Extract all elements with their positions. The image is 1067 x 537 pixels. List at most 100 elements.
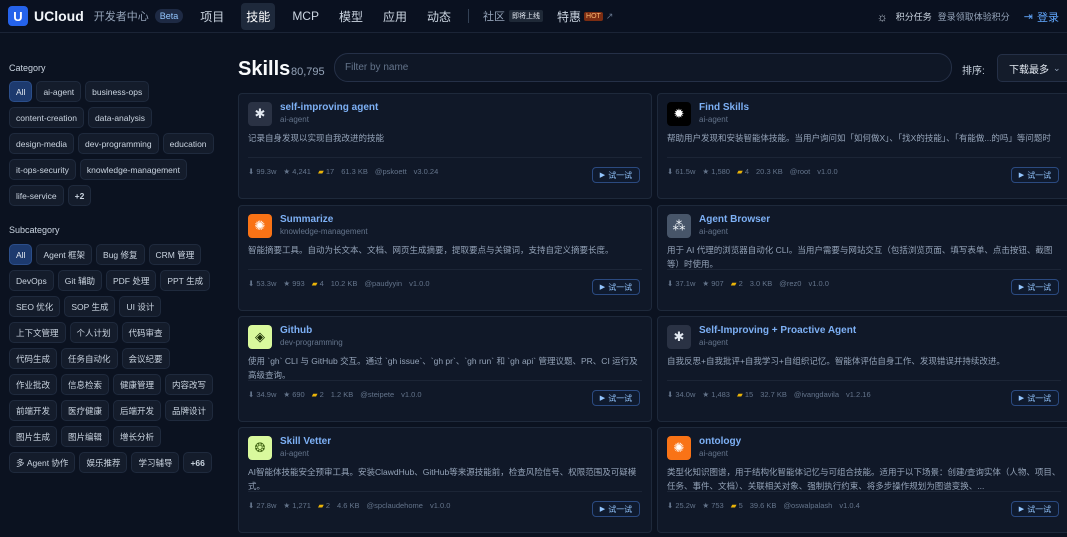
subcategory-chip[interactable]: 作业批改	[9, 374, 58, 395]
download-count-item: ⬇ 53.3w	[248, 279, 276, 288]
subcategory-chip[interactable]: 健康管理	[113, 374, 162, 395]
nav-item-promo[interactable]: 特惠	[557, 8, 581, 25]
points-tasks-link[interactable]: 积分任务	[896, 10, 932, 23]
subcategory-chip[interactable]: 学习辅导	[131, 452, 180, 473]
subcategory-chip[interactable]: 后端开发	[113, 400, 162, 421]
skill-title[interactable]: Github	[280, 325, 312, 336]
skill-card[interactable]: ⁂ Agent Browser ai-agent 用于 AI 代理的浏览器自动化 CL…	[657, 205, 1067, 311]
file-count: 4	[744, 167, 750, 176]
subcategory-chip[interactable]: 会议纪要	[121, 348, 170, 369]
sort-select[interactable]: 下载最多 ⌄	[997, 54, 1067, 82]
subcategory-chip[interactable]: Bug 修复	[96, 244, 145, 265]
try-button[interactable]: ▶ 试一试	[592, 501, 640, 517]
subcategory-chip[interactable]: 信息检索	[61, 374, 110, 395]
category-chip[interactable]: +2	[67, 185, 92, 206]
subcategory-chip[interactable]: 代码审查	[121, 322, 170, 343]
author: @paudyyin	[364, 279, 403, 288]
skill-card[interactable]: ❂ Skill Vetter ai-agent AI智能体技能安全预审工具。安装Cla…	[238, 427, 652, 533]
subcategory-chip[interactable]: 任务自动化	[61, 348, 118, 369]
subcategory-chip[interactable]: All	[9, 244, 33, 265]
category-chip[interactable]: it-ops-security	[9, 159, 76, 180]
skill-card[interactable]: ✺ ontology ai-agent 类型化知识图谱，用于结构化智能体记忆与可组合技…	[657, 427, 1067, 533]
nav-item-apps[interactable]: 应用	[380, 3, 410, 30]
category-chip[interactable]: dev-programming	[78, 133, 159, 154]
nav-item-mcp[interactable]: MCP	[289, 4, 322, 28]
skill-card[interactable]: ✹ Find Skills ai-agent 帮助用户发现和安装智能体技能。当用户询问…	[657, 93, 1067, 199]
category-chip[interactable]: ai-agent	[36, 81, 82, 102]
subcategory-chip[interactable]: SOP 生成	[64, 296, 116, 317]
theme-toggle-icon[interactable]: ☼	[877, 10, 888, 24]
subcategory-chip[interactable]: 品牌设计	[165, 400, 214, 421]
skill-title[interactable]: Skill Vetter	[280, 436, 331, 447]
subcategory-chip[interactable]: 代码生成	[9, 348, 58, 369]
nav-item-projects[interactable]: 项目	[197, 3, 227, 30]
subcategory-chip[interactable]: Agent 框架	[36, 244, 93, 265]
login-link[interactable]: 登录	[1037, 9, 1059, 25]
category-chip[interactable]: All	[9, 81, 33, 102]
category-chip[interactable]: life-service	[9, 185, 64, 206]
folder-icon: ▰	[730, 279, 739, 288]
skill-meta: ⬇ 27.8w ★ 1,271 ▰ 2 4.6 KB @spclaudehome v1.0…	[248, 501, 457, 510]
skill-card[interactable]: ✱ self-improving agent ai-agent 记录自身发现以实现自我…	[238, 93, 652, 199]
subcategory-chip[interactable]: 上下文管理	[9, 322, 66, 343]
skill-card[interactable]: ✺ Summarize knowledge-management 智能摘要工具。自动为…	[238, 205, 652, 311]
subcategory-chip[interactable]: SEO 优化	[9, 296, 61, 317]
author: @root	[789, 167, 811, 176]
nav-item-news[interactable]: 动态	[424, 3, 454, 30]
skill-title[interactable]: Agent Browser	[699, 214, 770, 225]
nav-item-skills[interactable]: 技能	[241, 2, 276, 30]
filter-input[interactable]	[334, 53, 952, 82]
category-chip[interactable]: design-media	[9, 133, 75, 154]
subcategory-chip[interactable]: 图片编辑	[61, 426, 110, 447]
subcategory-chip[interactable]: PPT 生成	[160, 270, 211, 291]
try-button[interactable]: ▶ 试一试	[592, 279, 640, 295]
subcategory-chip[interactable]: 图片生成	[9, 426, 58, 447]
try-button[interactable]: ▶ 试一试	[1011, 167, 1059, 183]
subcategory-chip[interactable]: 医疗健康	[61, 400, 110, 421]
skill-title[interactable]: Self-Improving + Proactive Agent	[699, 325, 856, 336]
subcategory-chip[interactable]: 多 Agent 协作	[9, 452, 76, 473]
login-icon[interactable]: ⇥	[1024, 10, 1033, 23]
subcategory-chip[interactable]: CRM 管理	[148, 244, 202, 265]
skill-title[interactable]: Find Skills	[699, 102, 749, 113]
logo-letter: U	[13, 8, 23, 24]
subcategory-chip[interactable]: 内容改写	[165, 374, 214, 395]
skill-title[interactable]: self-improving agent	[280, 102, 378, 113]
subcategory-chip[interactable]: Git 辅助	[57, 270, 102, 291]
subcategory-chip[interactable]: UI 设计	[119, 296, 162, 317]
category-chip[interactable]: data-analysis	[87, 107, 153, 128]
subcategory-chip[interactable]: 前端开发	[9, 400, 58, 421]
star-icon: ★	[702, 390, 712, 399]
hot-badge: HOT	[584, 11, 603, 21]
brand-name[interactable]: UCloud	[34, 8, 84, 24]
folder-icon: ▰	[736, 390, 745, 399]
try-button[interactable]: ▶ 试一试	[1011, 390, 1059, 406]
subcategory-chip[interactable]: 娱乐推荐	[79, 452, 128, 473]
skill-card[interactable]: ◈ Github dev-programming 使用 `gh` CLI 与 GitH…	[238, 316, 652, 422]
category-chip[interactable]: knowledge-management	[79, 159, 187, 180]
skill-title[interactable]: ontology	[699, 436, 741, 447]
nav-item-models[interactable]: 模型	[336, 3, 366, 30]
logo-icon[interactable]: U	[8, 6, 28, 26]
nav-item-community[interactable]: 社区	[483, 8, 505, 24]
skill-title[interactable]: Summarize	[280, 214, 333, 225]
skill-card[interactable]: ✱ Self-Improving + Proactive Agent ai-agen…	[657, 316, 1067, 422]
subcategory-chip[interactable]: 个人计划	[69, 322, 118, 343]
subcategory-chip[interactable]: PDF 处理	[105, 270, 157, 291]
sort-label: 排序:	[962, 66, 985, 77]
star-count-item: ★ 1,483	[702, 390, 730, 399]
skill-category: ai-agent	[699, 338, 728, 347]
try-button[interactable]: ▶ 试一试	[592, 167, 640, 183]
subcategory-chip[interactable]: DevOps	[9, 270, 54, 291]
subcategory-chip[interactable]: 增长分析	[113, 426, 162, 447]
play-icon: ▶	[599, 284, 606, 291]
try-button[interactable]: ▶ 试一试	[1011, 501, 1059, 517]
subcategory-chip[interactable]: +66	[183, 452, 212, 473]
category-chip[interactable]: content-creation	[9, 107, 84, 128]
category-chip[interactable]: education	[162, 133, 214, 154]
icon-glyph: ⁂	[672, 218, 686, 233]
try-button[interactable]: ▶ 试一试	[592, 390, 640, 406]
download-count: 61.5w	[675, 167, 696, 176]
try-button[interactable]: ▶ 试一试	[1011, 279, 1059, 295]
category-chip[interactable]: business-ops	[85, 81, 150, 102]
